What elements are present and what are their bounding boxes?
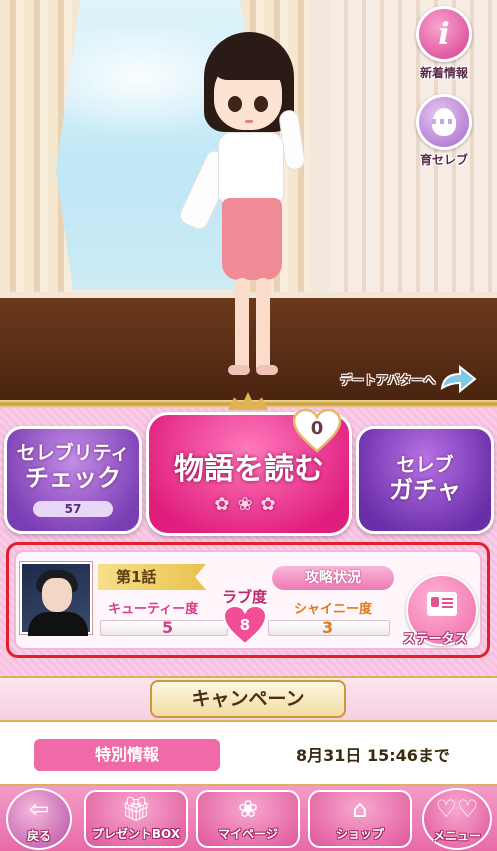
campaign-title: キャンペーン — [150, 680, 346, 718]
back-button[interactable]: ⇦ 戻る — [6, 788, 72, 850]
avatar-shoe — [256, 365, 278, 375]
gacha-line2: ガチャ — [389, 476, 461, 505]
back-label: 戻る — [26, 829, 51, 843]
heart-badge: 0 — [292, 408, 342, 454]
cuteness-label: キューティー度 — [108, 602, 199, 617]
avatar-bangs — [212, 46, 284, 80]
celeb-gacha-button[interactable]: セレブ ガチャ — [356, 426, 494, 534]
news-label: 新着情報 — [419, 66, 468, 80]
profile-card-icon — [427, 592, 457, 616]
celebrity-check-line1: セレブリティ — [16, 442, 130, 465]
celebrity-count: 57 — [33, 500, 113, 517]
character-portrait[interactable] — [20, 562, 92, 636]
avatar-leg — [256, 278, 270, 373]
strategy-status-button[interactable]: 攻略状況 — [272, 566, 394, 590]
rose-icon: ✿❀✿ — [214, 493, 284, 515]
raise-celeb-label: 育セレブ — [419, 153, 468, 167]
hearts-icon: ♡♡ — [435, 794, 479, 823]
gift-icon: 🎁︎ — [120, 794, 152, 823]
arrow-right-icon — [440, 364, 477, 394]
striped-wall — [330, 0, 497, 300]
my-page-button[interactable]: ❀ マイページ — [196, 790, 300, 848]
love-value: 8 — [239, 616, 251, 634]
avatar-shoe — [228, 365, 250, 375]
shiny-label: シャイニー度 — [294, 602, 373, 617]
avatar-blouse — [218, 132, 284, 202]
special-info-button[interactable]: 特別情報 — [34, 739, 220, 771]
present-box-button[interactable]: 🎁︎ プレゼントBOX — [84, 790, 188, 848]
shiny-value: 3 — [322, 618, 334, 637]
chapter-ribbon: 第1話 — [98, 564, 206, 590]
celebrity-check-line2: チェック — [25, 464, 121, 493]
shop-icon: ⌂ — [352, 794, 368, 823]
campaign-deadline: 8月31日 15:46まで — [296, 746, 450, 765]
avatar-mouth — [245, 120, 253, 123]
player-avatar[interactable] — [176, 20, 310, 395]
shop-label: ショップ — [335, 827, 384, 841]
avatar-leg — [235, 278, 249, 373]
portrait-suit — [28, 612, 88, 636]
back-arrow-icon: ⇦ — [28, 794, 50, 823]
date-avatar-label: デートアバターへ — [340, 372, 436, 387]
present-box-label: プレゼントBOX — [91, 827, 181, 841]
avatar-skirt — [222, 198, 282, 280]
egg-icon — [432, 108, 456, 136]
room-scene — [0, 0, 497, 400]
shop-button[interactable]: ⌂ ショップ — [308, 790, 412, 848]
gacha-line1: セレブ — [396, 454, 454, 477]
rose-icon: ❀ — [237, 794, 259, 823]
status-button-label: ステータス — [402, 632, 468, 647]
avatar-eye — [254, 96, 268, 112]
news-button[interactable]: i — [416, 6, 472, 62]
my-page-label: マイページ — [218, 827, 278, 841]
raise-celeb-button[interactable] — [416, 94, 472, 150]
heart-count: 0 — [310, 418, 324, 439]
menu-button[interactable]: ♡♡ メニュー — [422, 788, 492, 850]
celebrity-check-button[interactable]: セレブリティ チェック 57 — [4, 426, 142, 534]
portrait-face — [42, 578, 72, 612]
info-icon: i — [438, 16, 450, 52]
avatar-eye — [228, 96, 242, 112]
date-avatar-link[interactable]: デートアバターへ — [340, 364, 478, 394]
cuteness-value: 5 — [162, 618, 174, 637]
menu-label: メニュー — [432, 829, 481, 843]
